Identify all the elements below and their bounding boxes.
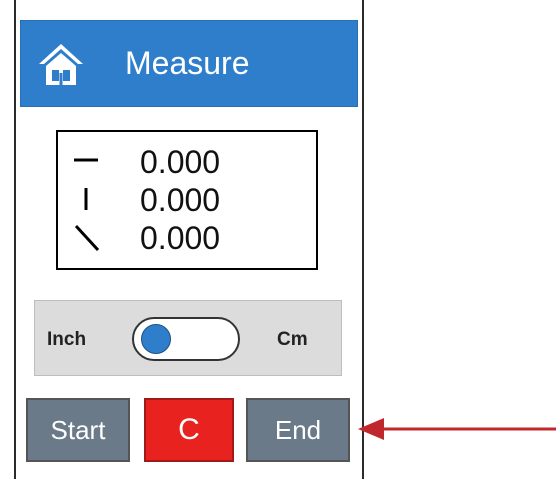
home-icon[interactable] <box>35 38 87 90</box>
vertical-value: 0.000 <box>140 182 221 218</box>
diagonal-line-icon <box>74 224 100 252</box>
app-header: Measure <box>20 20 358 107</box>
end-button[interactable]: End <box>246 398 350 462</box>
vertical-measurement-row: 0.000 <box>58 182 316 218</box>
horizontal-line-icon <box>74 158 98 162</box>
pointer-arrow-icon <box>358 418 556 440</box>
horizontal-measurement-row: 0.000 <box>58 144 316 180</box>
clear-button[interactable]: C <box>144 398 234 462</box>
unit-toggle-switch[interactable] <box>132 317 240 361</box>
inch-label: Inch <box>47 329 87 350</box>
page-title: Measure <box>125 45 250 81</box>
horizontal-value: 0.000 <box>140 144 221 180</box>
toggle-knob[interactable] <box>141 324 171 354</box>
unit-selector: Inch Cm <box>34 300 342 376</box>
measurement-display: 0.000 0.000 0.000 <box>56 130 318 270</box>
start-button[interactable]: Start <box>26 398 130 462</box>
vertical-line-icon <box>84 188 88 210</box>
cm-label: Cm <box>277 329 308 350</box>
diagonal-measurement-row: 0.000 <box>58 220 316 256</box>
diagonal-value: 0.000 <box>140 220 221 256</box>
